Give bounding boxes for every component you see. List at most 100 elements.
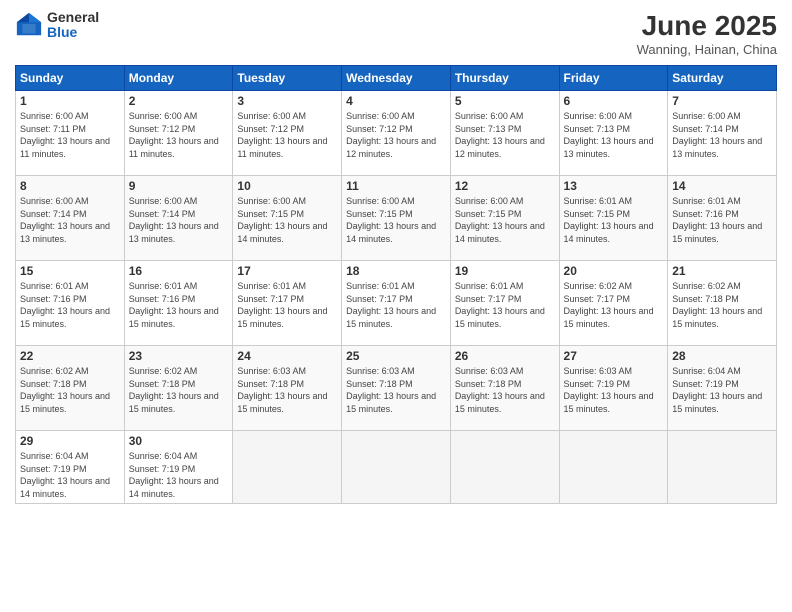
- table-row: 28 Sunrise: 6:04 AMSunset: 7:19 PMDaylig…: [668, 346, 777, 431]
- table-row: [233, 431, 342, 504]
- day-info: Sunrise: 6:01 AMSunset: 7:16 PMDaylight:…: [129, 281, 219, 329]
- table-row: 7 Sunrise: 6:00 AMSunset: 7:14 PMDayligh…: [668, 91, 777, 176]
- col-monday: Monday: [124, 66, 233, 91]
- day-info: Sunrise: 6:01 AMSunset: 7:16 PMDaylight:…: [20, 281, 110, 329]
- day-info: Sunrise: 6:01 AMSunset: 7:16 PMDaylight:…: [672, 196, 762, 244]
- day-number: 22: [20, 349, 120, 363]
- day-info: Sunrise: 6:01 AMSunset: 7:17 PMDaylight:…: [346, 281, 436, 329]
- table-row: 15 Sunrise: 6:01 AMSunset: 7:16 PMDaylig…: [16, 261, 125, 346]
- day-number: 29: [20, 434, 120, 448]
- table-row: 22 Sunrise: 6:02 AMSunset: 7:18 PMDaylig…: [16, 346, 125, 431]
- day-number: 21: [672, 264, 772, 278]
- day-number: 24: [237, 349, 337, 363]
- day-number: 28: [672, 349, 772, 363]
- calendar-subtitle: Wanning, Hainan, China: [637, 42, 777, 57]
- table-row: 12 Sunrise: 6:00 AMSunset: 7:15 PMDaylig…: [450, 176, 559, 261]
- day-info: Sunrise: 6:03 AMSunset: 7:19 PMDaylight:…: [564, 366, 654, 414]
- day-number: 4: [346, 94, 446, 108]
- day-number: 8: [20, 179, 120, 193]
- day-info: Sunrise: 6:00 AMSunset: 7:12 PMDaylight:…: [346, 111, 436, 159]
- day-info: Sunrise: 6:00 AMSunset: 7:13 PMDaylight:…: [564, 111, 654, 159]
- title-block: June 2025 Wanning, Hainan, China: [637, 10, 777, 57]
- day-number: 6: [564, 94, 664, 108]
- col-saturday: Saturday: [668, 66, 777, 91]
- logo-general-label: General: [47, 10, 99, 25]
- page: General Blue June 2025 Wanning, Hainan, …: [0, 0, 792, 612]
- logo-text: General Blue: [47, 10, 99, 41]
- day-info: Sunrise: 6:00 AMSunset: 7:15 PMDaylight:…: [346, 196, 436, 244]
- day-info: Sunrise: 6:00 AMSunset: 7:12 PMDaylight:…: [237, 111, 327, 159]
- table-row: 17 Sunrise: 6:01 AMSunset: 7:17 PMDaylig…: [233, 261, 342, 346]
- day-number: 1: [20, 94, 120, 108]
- day-number: 2: [129, 94, 229, 108]
- table-row: 19 Sunrise: 6:01 AMSunset: 7:17 PMDaylig…: [450, 261, 559, 346]
- header-row: Sunday Monday Tuesday Wednesday Thursday…: [16, 66, 777, 91]
- day-info: Sunrise: 6:01 AMSunset: 7:17 PMDaylight:…: [455, 281, 545, 329]
- table-row: 9 Sunrise: 6:00 AMSunset: 7:14 PMDayligh…: [124, 176, 233, 261]
- table-row: 21 Sunrise: 6:02 AMSunset: 7:18 PMDaylig…: [668, 261, 777, 346]
- table-row: 6 Sunrise: 6:00 AMSunset: 7:13 PMDayligh…: [559, 91, 668, 176]
- day-info: Sunrise: 6:00 AMSunset: 7:15 PMDaylight:…: [455, 196, 545, 244]
- table-row: 11 Sunrise: 6:00 AMSunset: 7:15 PMDaylig…: [342, 176, 451, 261]
- day-info: Sunrise: 6:02 AMSunset: 7:17 PMDaylight:…: [564, 281, 654, 329]
- calendar-week-row: 8 Sunrise: 6:00 AMSunset: 7:14 PMDayligh…: [16, 176, 777, 261]
- day-info: Sunrise: 6:03 AMSunset: 7:18 PMDaylight:…: [237, 366, 327, 414]
- day-number: 16: [129, 264, 229, 278]
- day-info: Sunrise: 6:00 AMSunset: 7:11 PMDaylight:…: [20, 111, 110, 159]
- calendar-title: June 2025: [637, 10, 777, 42]
- day-number: 5: [455, 94, 555, 108]
- table-row: 25 Sunrise: 6:03 AMSunset: 7:18 PMDaylig…: [342, 346, 451, 431]
- day-number: 3: [237, 94, 337, 108]
- col-sunday: Sunday: [16, 66, 125, 91]
- day-number: 18: [346, 264, 446, 278]
- day-info: Sunrise: 6:01 AMSunset: 7:15 PMDaylight:…: [564, 196, 654, 244]
- day-info: Sunrise: 6:03 AMSunset: 7:18 PMDaylight:…: [346, 366, 436, 414]
- calendar-week-row: 22 Sunrise: 6:02 AMSunset: 7:18 PMDaylig…: [16, 346, 777, 431]
- table-row: 20 Sunrise: 6:02 AMSunset: 7:17 PMDaylig…: [559, 261, 668, 346]
- day-number: 12: [455, 179, 555, 193]
- col-wednesday: Wednesday: [342, 66, 451, 91]
- day-number: 11: [346, 179, 446, 193]
- calendar-week-row: 29 Sunrise: 6:04 AMSunset: 7:19 PMDaylig…: [16, 431, 777, 504]
- table-row: [342, 431, 451, 504]
- table-row: 13 Sunrise: 6:01 AMSunset: 7:15 PMDaylig…: [559, 176, 668, 261]
- logo-blue-label: Blue: [47, 25, 99, 40]
- calendar-week-row: 15 Sunrise: 6:01 AMSunset: 7:16 PMDaylig…: [16, 261, 777, 346]
- day-info: Sunrise: 6:01 AMSunset: 7:17 PMDaylight:…: [237, 281, 327, 329]
- col-friday: Friday: [559, 66, 668, 91]
- day-number: 15: [20, 264, 120, 278]
- table-row: 2 Sunrise: 6:00 AMSunset: 7:12 PMDayligh…: [124, 91, 233, 176]
- table-row: 27 Sunrise: 6:03 AMSunset: 7:19 PMDaylig…: [559, 346, 668, 431]
- day-number: 26: [455, 349, 555, 363]
- day-info: Sunrise: 6:02 AMSunset: 7:18 PMDaylight:…: [672, 281, 762, 329]
- day-number: 13: [564, 179, 664, 193]
- calendar-table: Sunday Monday Tuesday Wednesday Thursday…: [15, 65, 777, 504]
- table-row: 18 Sunrise: 6:01 AMSunset: 7:17 PMDaylig…: [342, 261, 451, 346]
- day-number: 7: [672, 94, 772, 108]
- table-row: 26 Sunrise: 6:03 AMSunset: 7:18 PMDaylig…: [450, 346, 559, 431]
- day-info: Sunrise: 6:00 AMSunset: 7:14 PMDaylight:…: [672, 111, 762, 159]
- logo: General Blue: [15, 10, 99, 41]
- table-row: 3 Sunrise: 6:00 AMSunset: 7:12 PMDayligh…: [233, 91, 342, 176]
- day-number: 27: [564, 349, 664, 363]
- day-info: Sunrise: 6:00 AMSunset: 7:13 PMDaylight:…: [455, 111, 545, 159]
- calendar-week-row: 1 Sunrise: 6:00 AMSunset: 7:11 PMDayligh…: [16, 91, 777, 176]
- table-row: 23 Sunrise: 6:02 AMSunset: 7:18 PMDaylig…: [124, 346, 233, 431]
- logo-icon: [15, 11, 43, 39]
- day-info: Sunrise: 6:04 AMSunset: 7:19 PMDaylight:…: [20, 451, 110, 499]
- table-row: 1 Sunrise: 6:00 AMSunset: 7:11 PMDayligh…: [16, 91, 125, 176]
- day-number: 20: [564, 264, 664, 278]
- day-info: Sunrise: 6:00 AMSunset: 7:15 PMDaylight:…: [237, 196, 327, 244]
- col-thursday: Thursday: [450, 66, 559, 91]
- day-info: Sunrise: 6:04 AMSunset: 7:19 PMDaylight:…: [129, 451, 219, 499]
- table-row: [450, 431, 559, 504]
- table-row: 4 Sunrise: 6:00 AMSunset: 7:12 PMDayligh…: [342, 91, 451, 176]
- day-info: Sunrise: 6:00 AMSunset: 7:14 PMDaylight:…: [20, 196, 110, 244]
- day-info: Sunrise: 6:00 AMSunset: 7:12 PMDaylight:…: [129, 111, 219, 159]
- day-number: 30: [129, 434, 229, 448]
- table-row: 10 Sunrise: 6:00 AMSunset: 7:15 PMDaylig…: [233, 176, 342, 261]
- day-number: 9: [129, 179, 229, 193]
- header: General Blue June 2025 Wanning, Hainan, …: [15, 10, 777, 57]
- table-row: 5 Sunrise: 6:00 AMSunset: 7:13 PMDayligh…: [450, 91, 559, 176]
- day-number: 14: [672, 179, 772, 193]
